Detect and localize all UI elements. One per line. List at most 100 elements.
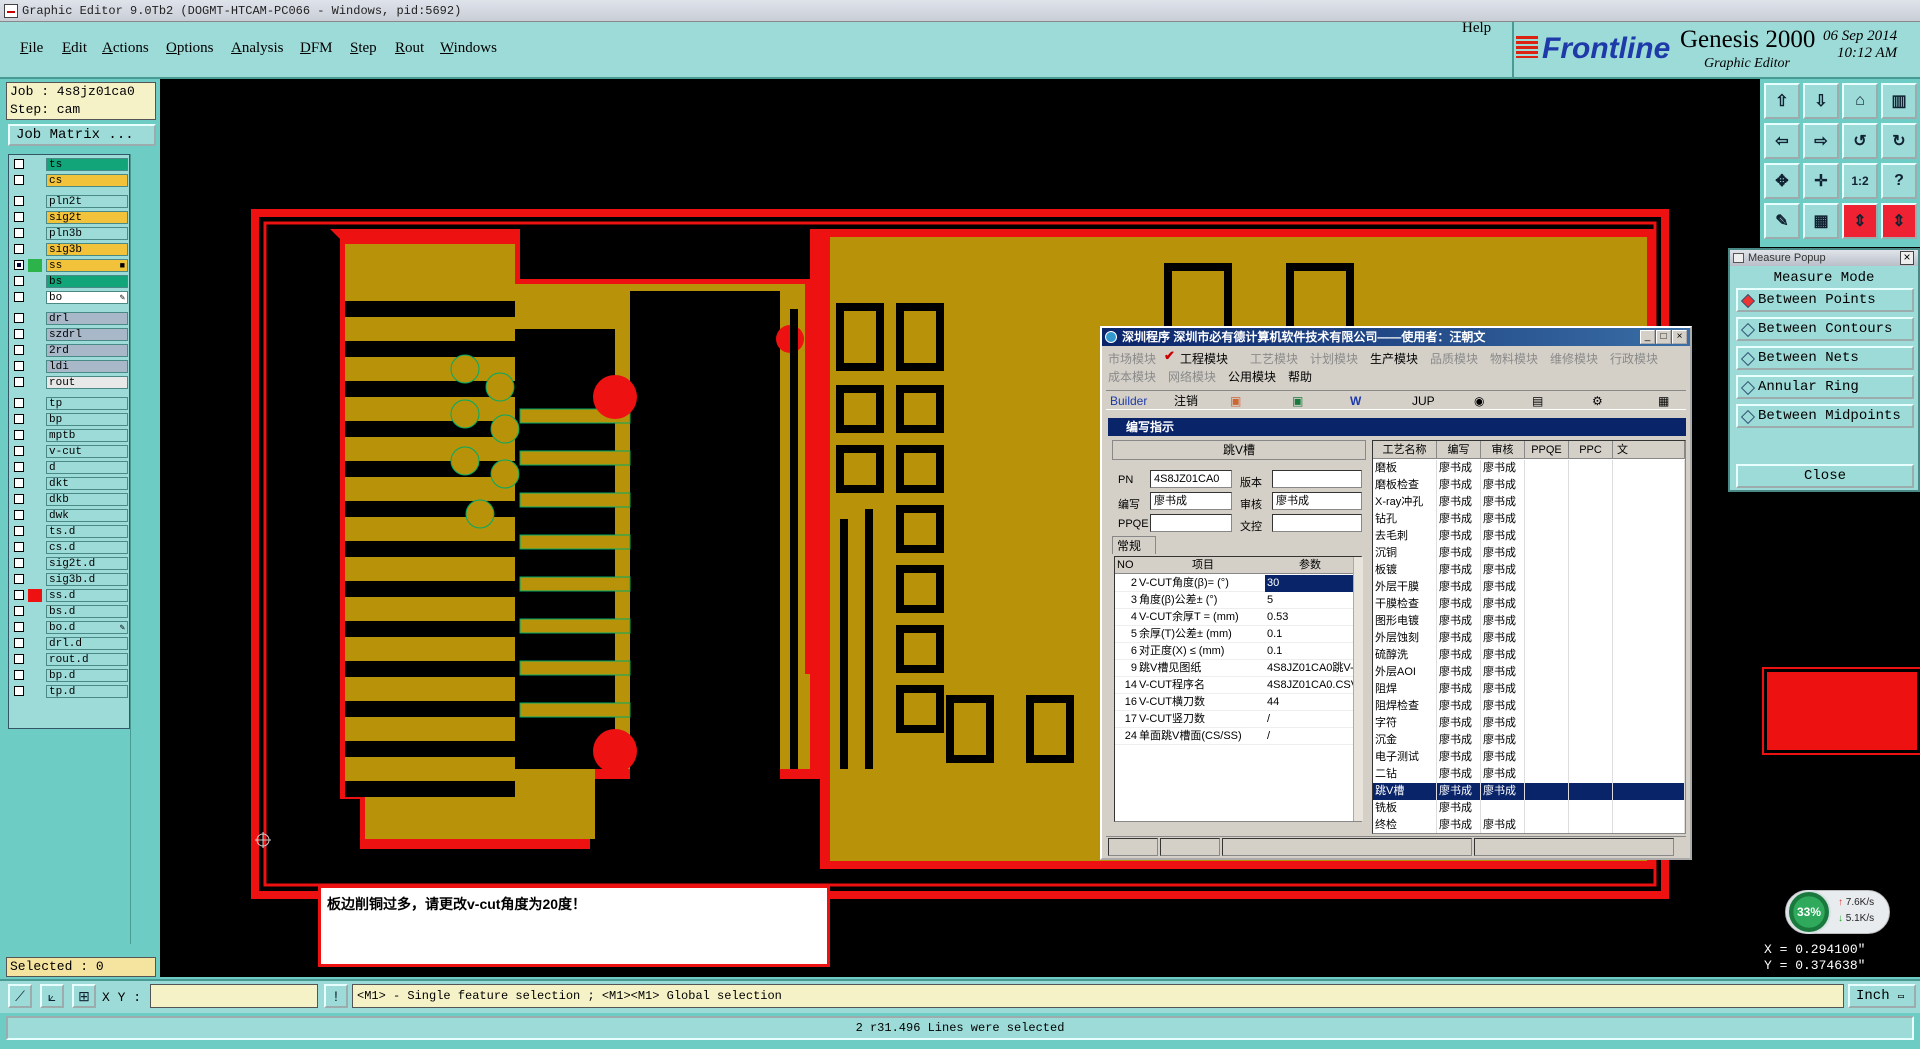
- help-icon[interactable]: ?: [1881, 163, 1917, 199]
- layer-checkbox[interactable]: [14, 228, 24, 238]
- layer-row-cs.d[interactable]: cs.d: [12, 541, 129, 554]
- close-icon[interactable]: ×: [1672, 330, 1687, 344]
- menu-windows[interactable]: Windows: [440, 40, 497, 57]
- layer-row-drl.d[interactable]: drl.d: [12, 637, 129, 650]
- layer-swatch[interactable]: [28, 158, 42, 171]
- layer-name[interactable]: ts: [46, 158, 128, 171]
- left-arrow-icon[interactable]: ⇦: [1764, 123, 1800, 159]
- layer-checkbox[interactable]: [14, 196, 24, 206]
- process-row[interactable]: 跳V槽 廖书成 廖书成: [1373, 783, 1685, 800]
- measure-option-between-points[interactable]: Between Points: [1736, 288, 1914, 312]
- layer-row-ss[interactable]: ss ■: [12, 259, 129, 272]
- layer-row-tp.d[interactable]: tp.d: [12, 685, 129, 698]
- layer-checkbox[interactable]: [14, 686, 24, 696]
- layer-swatch[interactable]: [28, 360, 42, 373]
- layer-name[interactable]: drl: [46, 312, 128, 325]
- layer-checkbox[interactable]: [14, 414, 24, 424]
- layer-row-dwk[interactable]: dwk: [12, 509, 129, 522]
- layer-checkbox[interactable]: [14, 398, 24, 408]
- layer-swatch[interactable]: [28, 376, 42, 389]
- layer-checkbox[interactable]: [14, 494, 24, 504]
- layer-name[interactable]: dkb: [46, 493, 128, 506]
- layer-name[interactable]: ts.d: [46, 525, 128, 538]
- scale-icon[interactable]: 1:2: [1842, 163, 1878, 199]
- panes-icon[interactable]: ▥: [1881, 83, 1917, 119]
- layer-swatch[interactable]: [28, 573, 42, 586]
- layer-row-mptb[interactable]: mptb: [12, 429, 129, 442]
- minimize-icon[interactable]: _: [1640, 330, 1655, 344]
- info-icon[interactable]: !: [324, 984, 348, 1008]
- overview-thumbnail[interactable]: [1762, 667, 1920, 755]
- param-row[interactable]: 17 V-CUT竖刀数 /: [1115, 711, 1353, 728]
- save-icon[interactable]: ▦: [1658, 392, 1669, 410]
- layer-checkbox[interactable]: [14, 212, 24, 222]
- menu-file[interactable]: File: [20, 40, 43, 57]
- dialog-menu-0[interactable]: 市场模块: [1108, 350, 1156, 367]
- home-icon[interactable]: ⌂: [1842, 83, 1878, 119]
- layer-name[interactable]: rout.d: [46, 653, 128, 666]
- layer-name[interactable]: dkt: [46, 477, 128, 490]
- layer-swatch[interactable]: [28, 429, 42, 442]
- layer-checkbox[interactable]: [14, 175, 24, 185]
- layer-checkbox[interactable]: [14, 159, 24, 169]
- dialog-menu2-3[interactable]: 帮助: [1288, 368, 1312, 385]
- ppqe-field[interactable]: [1150, 514, 1232, 532]
- process-row[interactable]: 二钻 廖书成 廖书成: [1373, 766, 1685, 783]
- layer-row-dkb[interactable]: dkb: [12, 493, 129, 506]
- dialog-menu2-1[interactable]: 网络模块: [1168, 368, 1216, 385]
- param-row[interactable]: 3 角度(β)公差± (°) 5: [1115, 592, 1353, 609]
- undo-icon[interactable]: ↺: [1842, 123, 1878, 159]
- layer-row-bo[interactable]: bo ✎: [12, 291, 129, 304]
- layer-row-sig2t.d[interactable]: sig2t.d: [12, 557, 129, 570]
- layer-checkbox[interactable]: [14, 590, 24, 600]
- layer-row-2rd[interactable]: 2rd: [12, 344, 129, 357]
- layer-name[interactable]: szdrl: [46, 328, 128, 341]
- dialog-menu-1[interactable]: 工程模块: [1180, 350, 1228, 367]
- grid-icon[interactable]: ▦: [1803, 203, 1839, 239]
- process-row[interactable]: 终检 廖书成 廖书成: [1373, 817, 1685, 833]
- snap-active-icon[interactable]: ⇕: [1881, 203, 1917, 239]
- fit-icon[interactable]: ✥: [1764, 163, 1800, 199]
- layer-row-tp[interactable]: tp: [12, 397, 129, 410]
- process-row[interactable]: 磨板检查 廖书成 廖书成: [1373, 477, 1685, 494]
- process-row[interactable]: 电子测试 廖书成 廖书成: [1373, 749, 1685, 766]
- param-row[interactable]: 4 V-CUT余厚T = (mm) 0.53: [1115, 609, 1353, 626]
- layer-name[interactable]: sig2t: [46, 211, 128, 224]
- layer-name[interactable]: tp: [46, 397, 128, 410]
- layer-row-d[interactable]: d: [12, 461, 129, 474]
- layer-swatch[interactable]: [28, 653, 42, 666]
- process-row[interactable]: 去毛刺 廖书成 廖书成: [1373, 528, 1685, 545]
- process-row[interactable]: 板镀 廖书成 廖书成: [1373, 562, 1685, 579]
- param-row[interactable]: 24 单面跳V槽面(CS/SS) /: [1115, 728, 1353, 745]
- dialog-menu-8[interactable]: 行政模块: [1610, 350, 1658, 367]
- job-matrix-button[interactable]: Job Matrix ...: [8, 124, 156, 146]
- layer-name[interactable]: mptb: [46, 429, 128, 442]
- param-row[interactable]: 16 V-CUT横刀数 44: [1115, 694, 1353, 711]
- layer-row-szdrl[interactable]: szdrl: [12, 328, 129, 341]
- settings-icon[interactable]: ⚙: [1592, 392, 1603, 410]
- layer-name[interactable]: rout: [46, 376, 128, 389]
- layer-swatch[interactable]: [28, 557, 42, 570]
- layer-row-bo.d[interactable]: bo.d ✎: [12, 621, 129, 634]
- layer-row-bp[interactable]: bp: [12, 413, 129, 426]
- dialog-menu2-2[interactable]: 公用模块: [1228, 368, 1276, 385]
- layer-name[interactable]: tp.d: [46, 685, 128, 698]
- layer-name[interactable]: v-cut: [46, 445, 128, 458]
- layer-name[interactable]: pln2t: [46, 195, 128, 208]
- layer-row-bp.d[interactable]: bp.d: [12, 669, 129, 682]
- author-field[interactable]: 廖书成: [1150, 492, 1232, 510]
- window-menu-icon[interactable]: [1733, 253, 1744, 263]
- layer-checkbox[interactable]: [14, 462, 24, 472]
- builder-button[interactable]: Builder: [1110, 392, 1147, 410]
- param-row[interactable]: 5 余厚(T)公差± (mm) 0.1: [1115, 626, 1353, 643]
- menu-dfm[interactable]: DFM: [300, 40, 333, 57]
- process-row[interactable]: 阻焊检查 廖书成 廖书成: [1373, 698, 1685, 715]
- layer-row-v-cut[interactable]: v-cut: [12, 445, 129, 458]
- layer-swatch[interactable]: [28, 413, 42, 426]
- layer-scrollbar[interactable]: [130, 154, 158, 944]
- layer-swatch[interactable]: [28, 605, 42, 618]
- layer-swatch[interactable]: [28, 174, 42, 187]
- layer-row-bs.d[interactable]: bs.d: [12, 605, 129, 618]
- eye-icon[interactable]: ◉: [1474, 392, 1484, 410]
- layer-checkbox[interactable]: [14, 654, 24, 664]
